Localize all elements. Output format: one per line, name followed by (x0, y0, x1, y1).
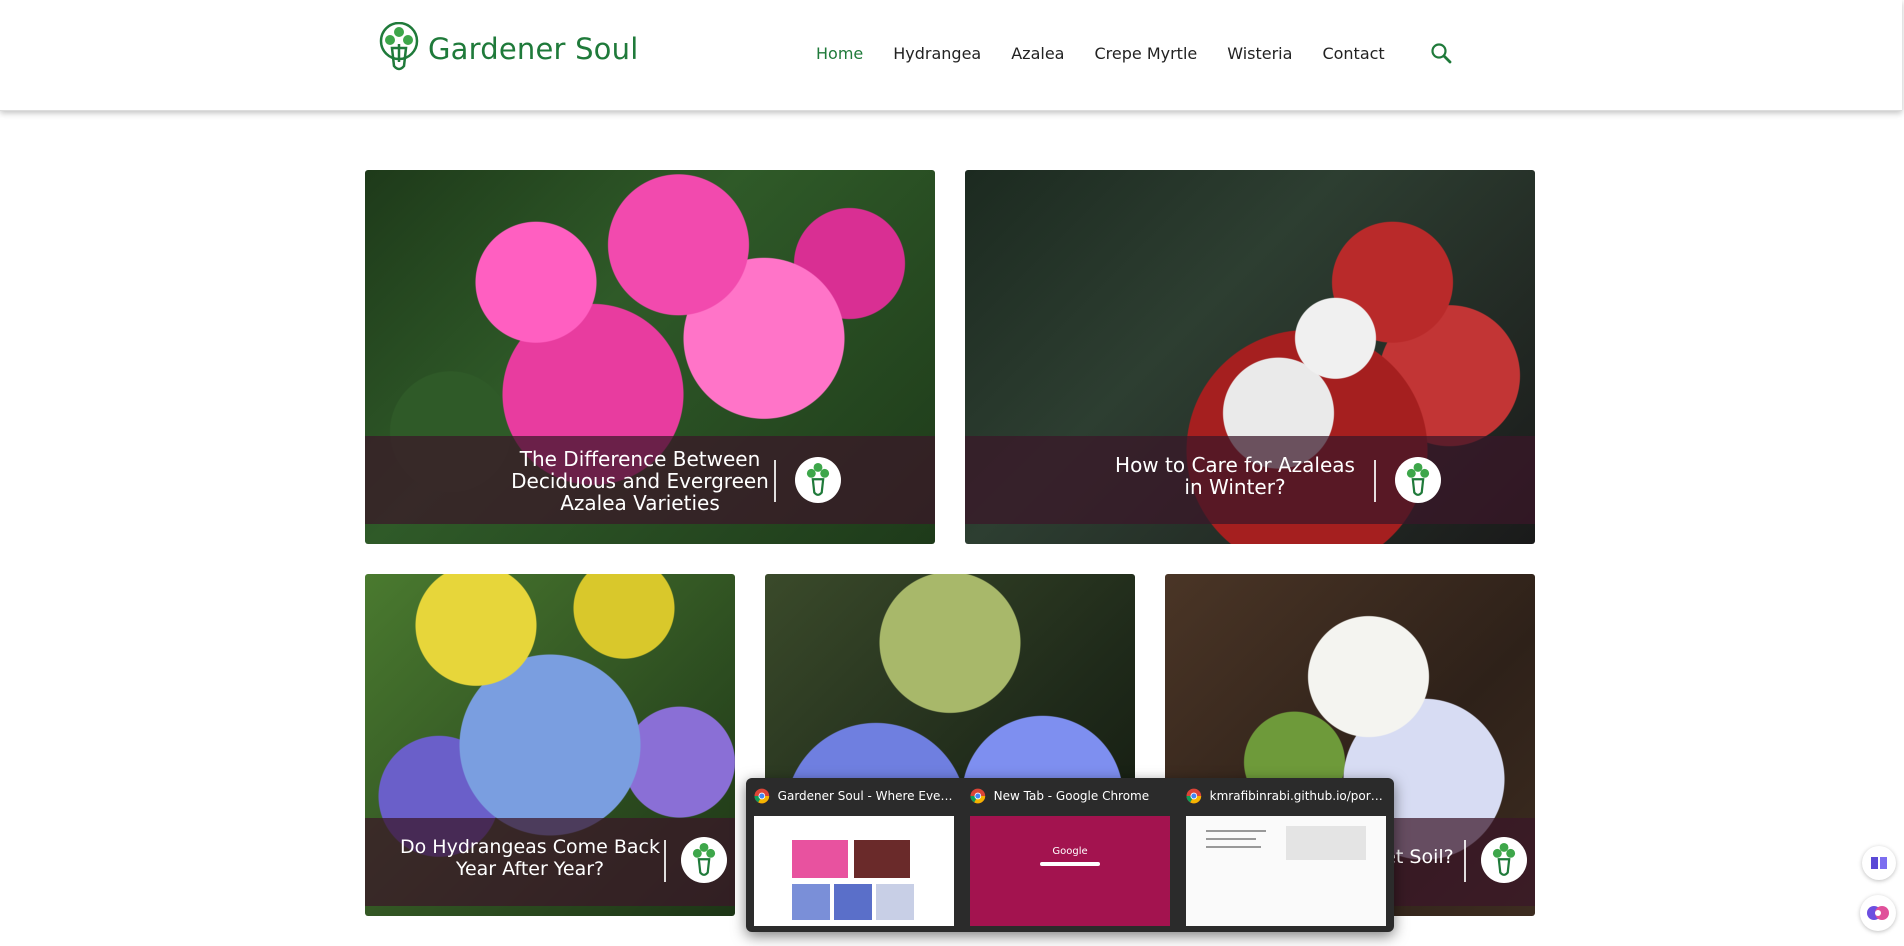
logo[interactable]: Gardener Soul (378, 22, 638, 76)
brand-badge (795, 457, 841, 503)
nav-home[interactable]: Home (816, 44, 863, 63)
nav-wisteria[interactable]: Wisteria (1227, 44, 1292, 63)
site-header: Gardener Soul Home Hydrangea Azalea Crep… (0, 0, 1902, 111)
post-card[interactable]: How to Care for Azaleas in Winter? (965, 170, 1535, 544)
chrome-icon (970, 788, 986, 804)
brand-badge (1395, 457, 1441, 503)
book-icon (1871, 857, 1887, 869)
window-title: kmrafibinrabi.github.io/portfoli... (1209, 789, 1386, 803)
window-thumbnail (754, 816, 954, 926)
brand-badge (1481, 837, 1527, 883)
card-title: The Difference Between Deciduous and Eve… (511, 447, 769, 515)
search-button[interactable] (1430, 42, 1452, 68)
post-card[interactable]: Do Hydrangeas Come Back Year After Year? (365, 574, 735, 916)
search-icon (1431, 43, 1452, 64)
nav-contact[interactable]: Contact (1322, 44, 1384, 63)
brain-icon (1867, 906, 1889, 920)
divider (774, 460, 776, 502)
divider (1464, 840, 1466, 882)
divider (1374, 460, 1376, 502)
taskbar-window-preview: Gardener Soul - Where Every Ga... New Ta… (746, 778, 1394, 932)
card-title: How to Care for Azaleas in Winter? (1115, 453, 1355, 499)
chrome-icon (1186, 788, 1202, 804)
post-card[interactable]: The Difference Between Deciduous and Eve… (365, 170, 935, 544)
nav-hydrangea[interactable]: Hydrangea (893, 44, 981, 63)
nav-azalea[interactable]: Azalea (1011, 44, 1064, 63)
window-thumbnail: Google (970, 816, 1170, 926)
brand-badge (681, 837, 727, 883)
window-thumbnail (1186, 816, 1386, 926)
badge-logo-icon (1406, 462, 1430, 496)
chrome-icon (754, 788, 770, 804)
reader-button[interactable] (1862, 846, 1896, 880)
card-title: Do Hydrangeas Come Back Year After Year? (400, 836, 660, 880)
main-nav: Home Hydrangea Azalea Crepe Myrtle Wiste… (816, 44, 1415, 63)
badge-logo-icon (692, 842, 716, 876)
nav-crepe-myrtle[interactable]: Crepe Myrtle (1094, 44, 1197, 63)
badge-logo-icon (806, 462, 830, 496)
window-preview-portfolio[interactable]: kmrafibinrabi.github.io/portfoli... (1178, 778, 1386, 932)
window-preview-gardener-soul[interactable]: Gardener Soul - Where Every Ga... (746, 778, 954, 932)
logo-icon (379, 22, 419, 71)
ai-assistant-button[interactable] (1860, 895, 1896, 931)
badge-logo-icon (1492, 842, 1516, 876)
brand-name: Gardener Soul (428, 32, 639, 66)
thumbnail-google-text: Google (1052, 846, 1088, 857)
window-title: Gardener Soul - Where Every Ga... (777, 789, 954, 803)
window-title: New Tab - Google Chrome (993, 789, 1150, 803)
divider (664, 840, 666, 882)
window-preview-new-tab[interactable]: New Tab - Google Chrome Google (962, 778, 1170, 932)
